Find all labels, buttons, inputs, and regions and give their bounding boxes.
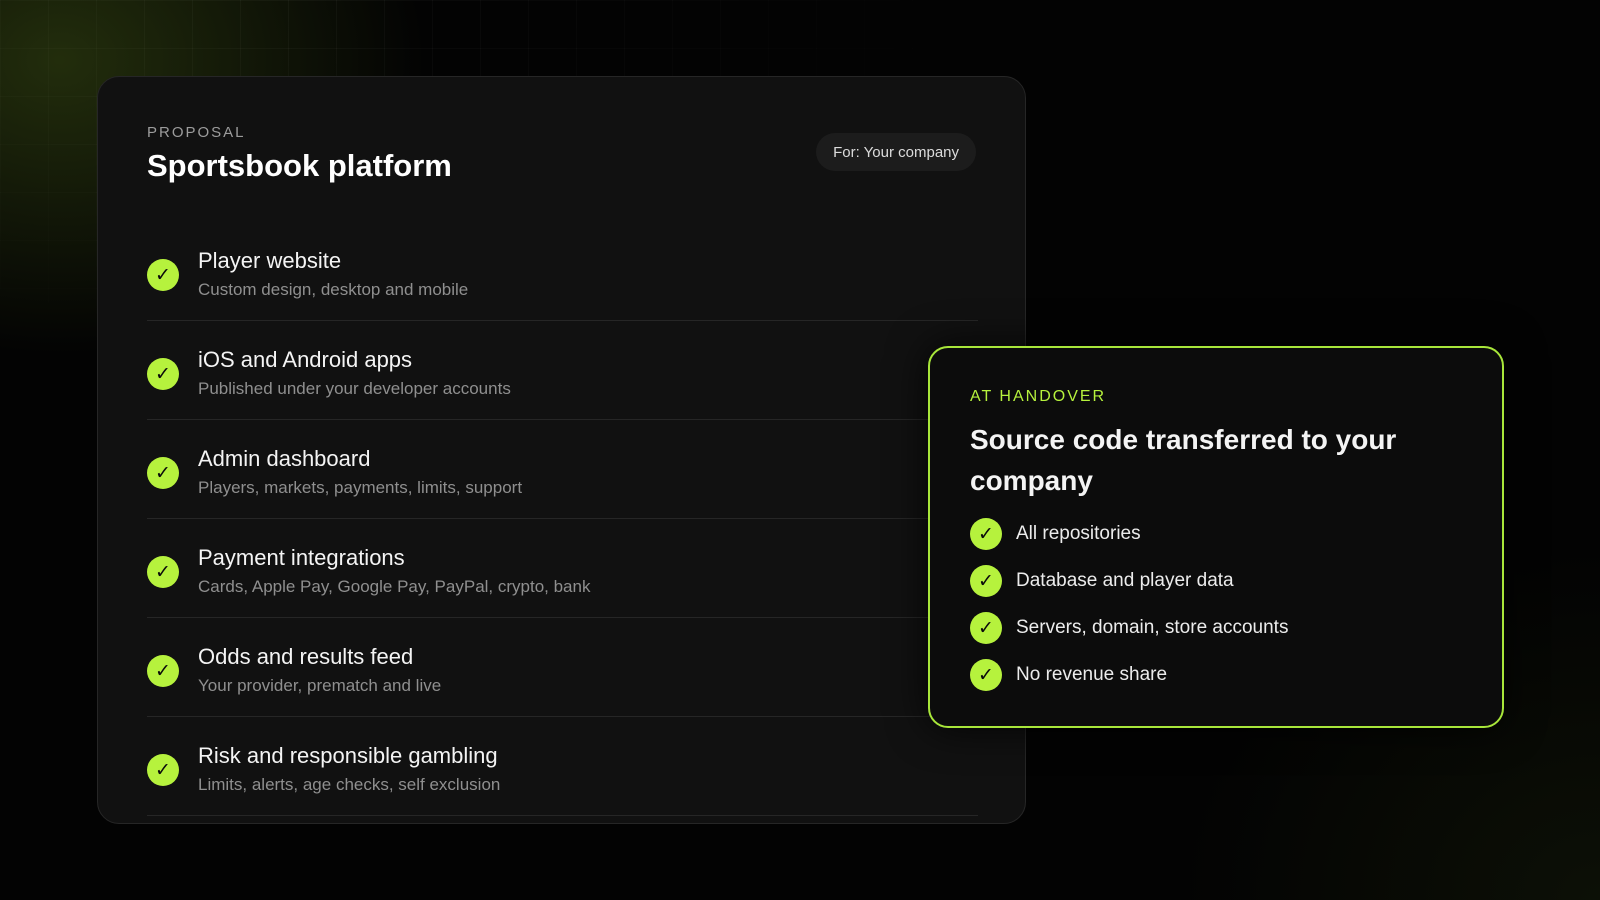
list-item: ✓ Odds and results feed Your provider, p… [147,618,978,717]
check-icon: ✓ [970,612,1002,644]
item-title: Payment integrations [198,545,405,570]
handover-item-label: No revenue share [1016,664,1168,685]
check-icon: ✓ [970,565,1002,597]
handover-eyebrow: AT HANDOVER [970,388,1107,405]
check-icon: ✓ [147,457,179,489]
list-item: ✓ Admin dashboard Players, markets, paym… [147,420,978,519]
list-item: ✓ Risk and responsible gambling Limits, … [147,717,978,816]
item-title: iOS and Android apps [198,347,413,372]
proposal-eyebrow: PROPOSAL [147,124,246,141]
proposal-title: Sportsbook platform [147,148,452,183]
handover-item-label: Database and player data [1016,570,1234,591]
item-subtitle: Limits, alerts, age checks, self exclusi… [198,775,501,794]
handover-title: Source code transferred to your company [970,424,1397,496]
check-icon: ✓ [970,518,1002,550]
list-item: ✓ All repositories [970,518,1470,565]
check-icon: ✓ [147,259,179,291]
item-subtitle: Players, markets, payments, limits, supp… [198,478,523,497]
handover-item-label: All repositories [1016,523,1141,544]
item-subtitle: Cards, Apple Pay, Google Pay, PayPal, cr… [198,577,591,596]
handover-item-label: Servers, domain, store accounts [1016,617,1289,638]
proposal-card: PROPOSAL Sportsbook platform For: Your c… [97,76,1026,824]
list-item: ✓ Payment integrations Cards, Apple Pay,… [147,519,978,618]
check-icon: ✓ [147,754,179,786]
deliverables-list: ✓ Player website Custom design, desktop … [147,222,978,816]
list-item: ✓ iOS and Android apps Published under y… [147,321,978,420]
item-subtitle: Your provider, prematch and live [198,676,442,695]
item-title: Player website [198,248,342,273]
list-item: ✓ Servers, domain, store accounts [970,612,1470,659]
item-title: Risk and responsible gambling [198,743,498,768]
list-item: ✓ Database and player data [970,565,1470,612]
list-item: ✓ Player website Custom design, desktop … [147,222,978,321]
item-title: Admin dashboard [198,446,371,471]
check-icon: ✓ [147,358,179,390]
check-icon: ✓ [970,659,1002,691]
slide-canvas: PROPOSAL Sportsbook platform For: Your c… [0,0,1600,900]
recipient-badge: For: Your company [816,133,976,171]
item-title: Odds and results feed [198,644,414,669]
item-subtitle: Published under your developer accounts [198,379,511,398]
item-subtitle: Custom design, desktop and mobile [198,280,469,299]
list-item: ✓ No revenue share [970,659,1470,706]
check-icon: ✓ [147,556,179,588]
check-icon: ✓ [147,655,179,687]
handover-list: ✓ All repositories ✓ Database and player… [970,518,1470,706]
handover-card: AT HANDOVER Source code transferred to y… [928,346,1504,728]
